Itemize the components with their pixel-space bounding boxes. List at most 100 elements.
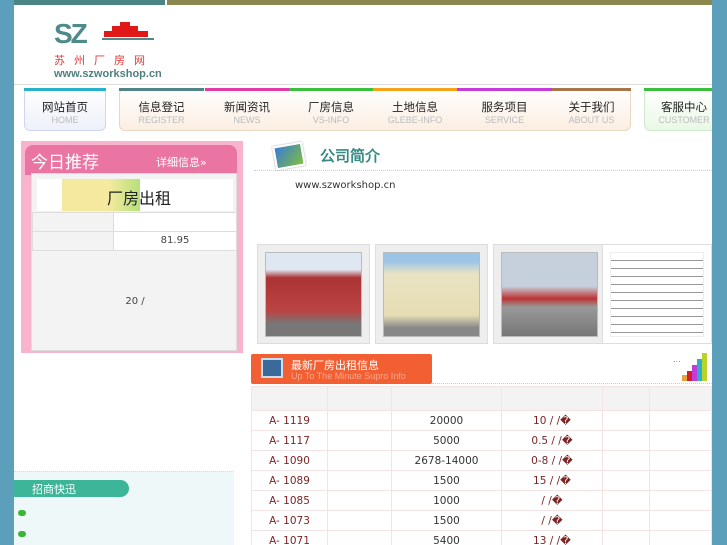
cell bbox=[649, 450, 712, 471]
top-bar bbox=[167, 0, 712, 5]
listing-code[interactable]: A- 1117 bbox=[251, 430, 328, 451]
listing-code[interactable]: A- 1090 bbox=[251, 450, 328, 471]
cell bbox=[649, 490, 712, 511]
listing-price: 10 / /� bbox=[501, 410, 603, 431]
roof-icon bbox=[102, 22, 154, 40]
cell bbox=[602, 470, 650, 491]
listing-price: 0.5 / /� bbox=[501, 430, 603, 451]
ad-card[interactable] bbox=[602, 244, 712, 344]
more-details-link[interactable]: 详细信息» bbox=[156, 154, 207, 170]
cell bbox=[327, 490, 392, 511]
more-link[interactable]: ... bbox=[673, 355, 681, 364]
latest-rent-header: 最新厂房出租信息 Up To The Minute Supro Info bbox=[251, 354, 432, 384]
listing-area: 1500 bbox=[391, 510, 502, 531]
table-row[interactable]: A- 1073 1500/ /� bbox=[251, 510, 712, 531]
table-row[interactable]: A- 1071 5400 13 / /� bbox=[251, 530, 712, 545]
cell bbox=[649, 430, 712, 451]
cell bbox=[649, 470, 712, 491]
nav-item-glebe-info[interactable]: 土地信息 GLEBE-INFO bbox=[373, 88, 457, 131]
factory-photo[interactable] bbox=[493, 244, 606, 344]
listing-price: / /� bbox=[501, 490, 603, 511]
table-row[interactable]: A- 1090 2678-14000 0-8 / /� bbox=[251, 450, 712, 471]
today-title: 今日推荐 bbox=[31, 153, 99, 173]
logo-url: www.szworkshop.cn bbox=[54, 68, 162, 80]
nav-item-service[interactable]: 服务项目 SERVICE bbox=[457, 88, 552, 131]
today-cell bbox=[32, 212, 114, 232]
cell bbox=[327, 530, 392, 545]
logo-name: 苏州厂房网 bbox=[54, 54, 154, 67]
cell bbox=[327, 410, 392, 431]
nav-sublabel: NEWS bbox=[233, 115, 261, 125]
nav-item-vs-info[interactable]: 厂房信息 VS-INFO bbox=[289, 88, 373, 131]
listing-area: 5400 bbox=[391, 530, 502, 545]
today-banner: 厂房出租 bbox=[37, 179, 233, 211]
nav-item-home[interactable]: 网站首页 HOME bbox=[24, 88, 106, 131]
nav-color-bar bbox=[373, 88, 457, 91]
picture-icon bbox=[272, 141, 306, 171]
today-cell bbox=[113, 212, 237, 232]
bullet-icon bbox=[18, 531, 26, 537]
nav-label: 关于我们 bbox=[568, 100, 615, 114]
table-row[interactable]: A- 1085 1000/ /� bbox=[251, 490, 712, 511]
cell bbox=[602, 530, 650, 545]
site-logo[interactable]: SZ 苏州厂房网 www.szworkshop.cn bbox=[54, 18, 164, 82]
investment-news-tab[interactable]: 招商快迅 bbox=[14, 480, 129, 497]
nav-item-news[interactable]: 新闻资讯 NEWS bbox=[205, 88, 289, 131]
cell bbox=[649, 510, 712, 531]
cell bbox=[649, 530, 712, 545]
today-cell bbox=[32, 231, 114, 251]
listing-area: 2678-14000 bbox=[391, 450, 502, 471]
nav-label: 服务项目 bbox=[481, 100, 528, 114]
nav-label: 土地信息 bbox=[392, 100, 438, 114]
nav-sublabel: CUSTOMER bbox=[658, 115, 710, 125]
listing-area: 1000 bbox=[391, 490, 502, 511]
listing-area: 1500 bbox=[391, 470, 502, 491]
nav-sublabel: GLEBE-INFO bbox=[387, 115, 443, 125]
listing-price: / /� bbox=[501, 510, 603, 531]
today-body: 20 / bbox=[125, 296, 145, 307]
nav-label: 厂房信息 bbox=[308, 100, 354, 114]
nav-sublabel: SERVICE bbox=[484, 115, 525, 125]
top-bar bbox=[14, 0, 165, 5]
cell bbox=[602, 510, 650, 531]
listing-code[interactable]: A- 1085 bbox=[251, 490, 328, 511]
nav-color-bar bbox=[119, 88, 204, 91]
today-recommend-panel: 今日推荐 详细信息» 厂房出租 81.95 20 / bbox=[21, 141, 243, 353]
nav-sublabel: ABOUT US bbox=[568, 115, 615, 125]
today-value: 81.95 bbox=[113, 231, 237, 251]
cell bbox=[602, 490, 650, 511]
table-header-row bbox=[251, 386, 712, 411]
investment-news-panel: 招商快迅 bbox=[14, 471, 234, 545]
bar-chart-icon bbox=[682, 353, 708, 381]
nav-sublabel: HOME bbox=[51, 115, 79, 125]
rent-table: A- 1119 20000 10 / /� A- 1117 5000 0.5 / /� A-… bbox=[251, 386, 712, 545]
nav-color-bar bbox=[552, 88, 631, 91]
company-intro-title: 公司简介 bbox=[320, 147, 381, 165]
listing-code[interactable]: A- 1119 bbox=[251, 410, 328, 431]
listing-code[interactable]: A- 1071 bbox=[251, 530, 328, 545]
nav-label: 新闻资讯 bbox=[224, 100, 270, 114]
nav-item-about-us[interactable]: 关于我们 ABOUT US bbox=[552, 88, 631, 131]
cell bbox=[602, 430, 650, 451]
nav-color-bar bbox=[289, 88, 373, 91]
listing-price: 0-8 / /� bbox=[501, 450, 603, 471]
table-row[interactable]: A- 1117 5000 0.5 / /� bbox=[251, 430, 712, 451]
divider bbox=[14, 84, 712, 85]
cell bbox=[327, 430, 392, 451]
nav-item-register[interactable]: 信息登记 REGISTER bbox=[119, 88, 204, 131]
listing-code[interactable]: A- 1073 bbox=[251, 510, 328, 531]
nav-color-bar bbox=[457, 88, 552, 91]
table-row[interactable]: A- 1089 1500 15 / /� bbox=[251, 470, 712, 491]
divider bbox=[432, 383, 712, 384]
nav-color-bar bbox=[24, 88, 106, 91]
nav-color-bar bbox=[644, 88, 712, 91]
nav-item-customer[interactable]: 客服中心 CUSTOMER bbox=[644, 88, 712, 131]
listing-code[interactable]: A- 1089 bbox=[251, 470, 328, 491]
cell bbox=[327, 470, 392, 491]
banner-text: 厂房出租 bbox=[107, 189, 172, 208]
table-row[interactable]: A- 1119 20000 10 / /� bbox=[251, 410, 712, 431]
factory-photo[interactable] bbox=[257, 244, 370, 344]
nav-label: 信息登记 bbox=[138, 100, 185, 114]
cell bbox=[602, 450, 650, 471]
factory-photo[interactable] bbox=[375, 244, 488, 344]
